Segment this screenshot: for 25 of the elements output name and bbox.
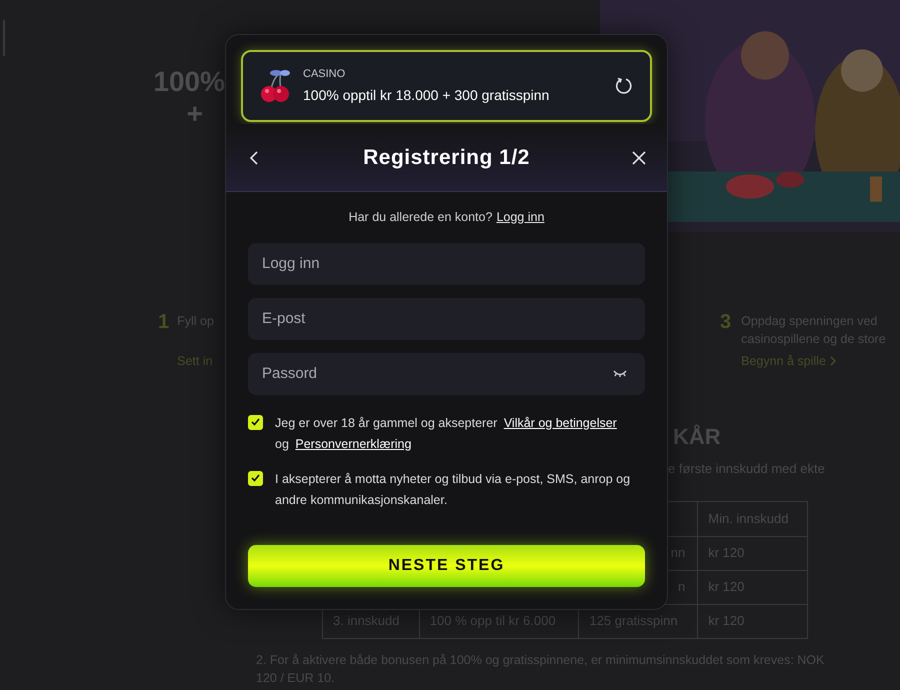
input-field[interactable]: Logg inn <box>248 242 645 285</box>
check-icon <box>251 418 260 426</box>
consent-link[interactable]: Personvernerklæring <box>295 436 412 451</box>
password-field[interactable]: Passord <box>248 352 645 395</box>
modal-title: Registrering 1/2 <box>363 144 530 171</box>
hero-headline: + <box>186 98 204 130</box>
chevron-left-icon <box>250 150 258 164</box>
chevron-right-icon <box>830 356 836 366</box>
close-icon <box>632 150 646 164</box>
bonus-category: CASINO <box>303 67 346 82</box>
bonus-banner[interactable]: CASINO 100% opptil kr 18.000 + 300 gratisspinn <box>241 50 652 122</box>
consent-link[interactable]: Vilkår og betingelser <box>504 416 617 430</box>
login-prompt: Har du allerede en konto? <box>348 209 492 226</box>
eye-closed-icon[interactable] <box>613 368 627 379</box>
consent-checkbox[interactable] <box>248 470 263 486</box>
cherries-icon <box>259 68 291 104</box>
consent-text: Jeg er over 18 år gammel og aksepterer Vilkår og betingelser og Personvernerklæring <box>275 414 618 453</box>
input-field[interactable]: E-post <box>248 298 645 340</box>
login-link[interactable]: Logg inn <box>496 208 544 227</box>
consent-checkbox[interactable] <box>248 414 263 430</box>
next-step-button[interactable]: NESTE STEG <box>248 545 645 587</box>
check-icon <box>251 474 260 482</box>
bonus-offer: 100% opptil kr 18.000 + 300 gratisspinn <box>303 86 550 105</box>
consent-text: I aksepterer å motta nyheter og tilbud via e-post, SMS, anrop og andre kommunikasjonskanaler. <box>275 470 632 509</box>
refresh-icon[interactable] <box>614 76 634 96</box>
